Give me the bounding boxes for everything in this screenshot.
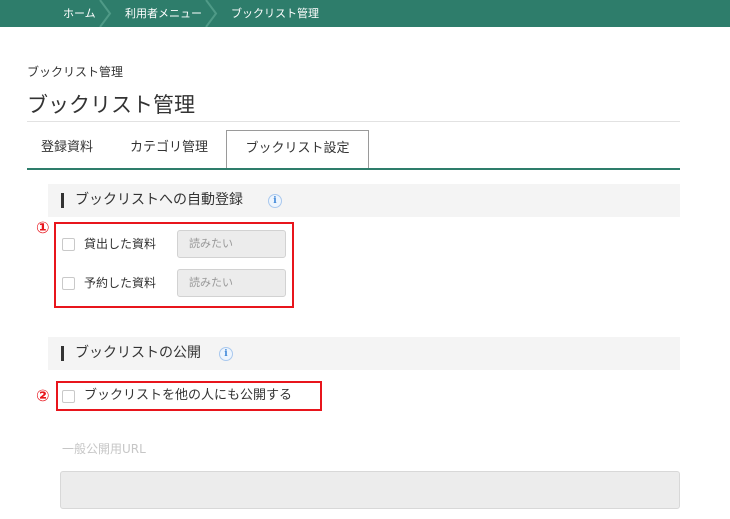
public-url-label: 一般公開用URL — [62, 442, 146, 456]
chevron-right-icon — [205, 0, 218, 27]
annotation-marker-2: ② — [36, 386, 50, 405]
tab-category-management[interactable]: カテゴリ管理 — [115, 130, 223, 166]
breadcrumb-user-menu[interactable]: 利用者メニュー — [125, 0, 202, 27]
checkbox-publish-booklist[interactable] — [62, 390, 75, 403]
checkbox-loaned-items[interactable] — [62, 238, 75, 251]
page-subtitle: ブックリスト管理 — [27, 65, 124, 79]
public-url-field[interactable] — [60, 471, 680, 509]
label-publish-booklist: ブックリストを他の人にも公開する — [84, 388, 293, 403]
annotation-marker-1: ① — [36, 218, 50, 237]
tab-underline — [27, 168, 680, 170]
section-marker — [61, 193, 64, 208]
section-publish-title: ブックリストの公開 — [75, 345, 201, 361]
section-auto-register-header: ブックリストへの自動登録 i — [48, 184, 680, 217]
info-icon[interactable]: i — [268, 194, 282, 208]
chevron-right-icon — [99, 0, 112, 27]
label-loaned-items: 貸出した資料 — [84, 237, 157, 251]
section-publish-header: ブックリストの公開 i — [48, 337, 680, 370]
breadcrumb-home[interactable]: ホーム — [63, 0, 96, 27]
select-loaned-category[interactable]: 読みたい — [177, 230, 286, 258]
select-reserved-category[interactable]: 読みたい — [177, 269, 286, 297]
title-divider — [27, 121, 680, 122]
label-reserved-items: 予約した資料 — [84, 276, 157, 290]
breadcrumb: ホーム 利用者メニュー ブックリスト管理 — [0, 0, 730, 27]
tab-registered-items[interactable]: 登録資料 — [27, 130, 107, 166]
section-marker — [61, 346, 64, 361]
tab-bar: 登録資料 カテゴリ管理 ブックリスト設定 — [27, 130, 680, 170]
page-title: ブックリスト管理 — [27, 93, 195, 117]
tab-booklist-settings[interactable]: ブックリスト設定 — [226, 130, 369, 169]
breadcrumb-current: ブックリスト管理 — [231, 7, 319, 20]
section-auto-register-title: ブックリストへの自動登録 — [75, 192, 243, 208]
checkbox-reserved-items[interactable] — [62, 277, 75, 290]
info-icon[interactable]: i — [219, 347, 233, 361]
